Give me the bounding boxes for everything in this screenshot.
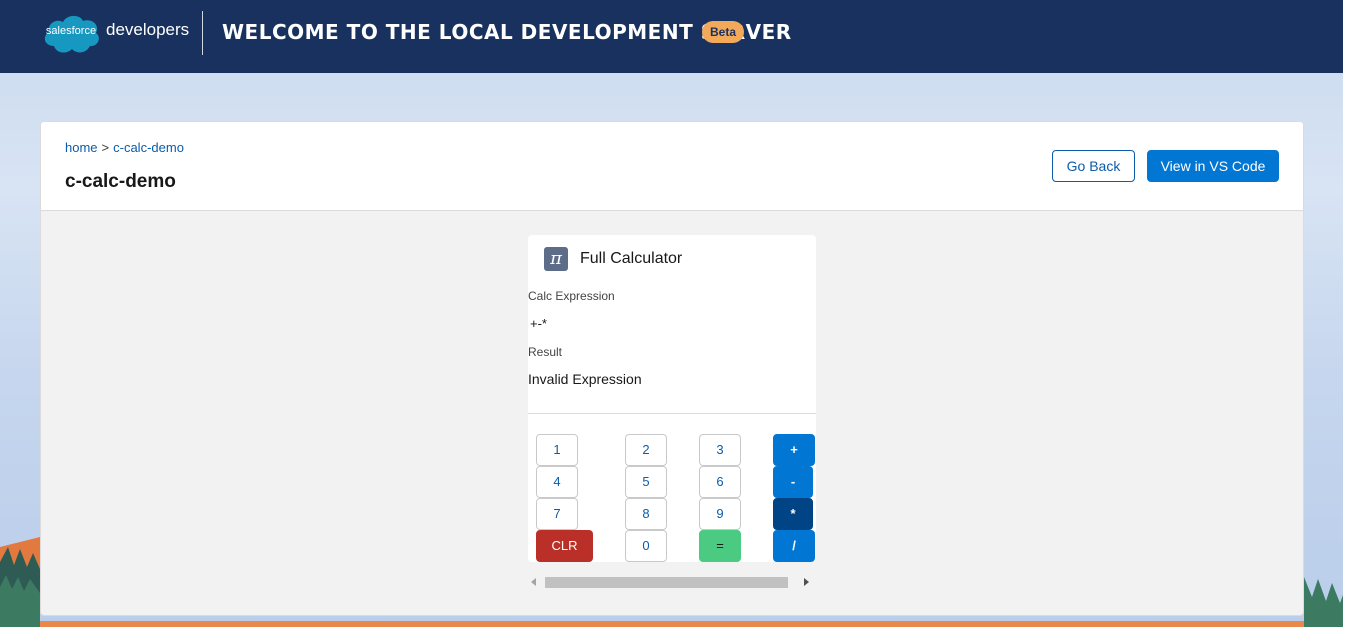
scroll-right-icon[interactable] [804, 578, 809, 586]
breadcrumb-separator: > [101, 140, 110, 155]
breadcrumb: home > c-calc-demo [65, 140, 184, 155]
key-equals[interactable]: = [699, 530, 741, 562]
key-minus[interactable]: - [773, 466, 813, 498]
scrollbar-thumb[interactable] [545, 577, 788, 588]
key-8[interactable]: 8 [625, 498, 667, 530]
full-calculator-card: π Full Calculator Calc Expression +-* Re… [528, 235, 816, 562]
breadcrumb-home-link[interactable]: home [65, 140, 98, 155]
card-header: home > c-calc-demo c-calc-demo Go Back Vie… [41, 122, 1303, 211]
top-header: salesforce developers WELCOME TO THE LOC… [0, 0, 1343, 73]
key-7[interactable]: 7 [536, 498, 578, 530]
page-title: c-calc-demo [65, 171, 176, 192]
key-6[interactable]: 6 [699, 466, 741, 498]
horizontal-scrollbar[interactable] [528, 572, 816, 592]
calc-expression-label: Calc Expression [528, 289, 615, 303]
salesforce-developers-logo[interactable]: salesforce developers [40, 12, 189, 54]
go-back-button[interactable]: Go Back [1052, 150, 1135, 182]
key-5[interactable]: 5 [625, 466, 667, 498]
beta-badge: Beta [702, 21, 745, 43]
clear-button[interactable]: CLR [536, 530, 593, 562]
calc-expression-value: +-* [530, 316, 547, 331]
key-1[interactable]: 1 [536, 434, 578, 466]
result-label: Result [528, 345, 563, 359]
scroll-left-icon[interactable] [531, 578, 536, 586]
calculator-divider [528, 413, 816, 414]
key-9[interactable]: 9 [699, 498, 741, 530]
result-value: Invalid Expression [528, 371, 642, 387]
logo-cloud-label: salesforce [45, 25, 97, 37]
calculator-title: Full Calculator [580, 250, 683, 267]
key-multiply[interactable]: * [773, 498, 813, 530]
salesforce-cloud-icon: salesforce [40, 12, 102, 54]
key-4[interactable]: 4 [536, 466, 578, 498]
component-preview-card: home > c-calc-demo c-calc-demo Go Back Vie… [40, 121, 1304, 616]
key-2[interactable]: 2 [625, 434, 667, 466]
view-in-vs-code-button[interactable]: View in VS Code [1147, 150, 1279, 182]
logo-developers-label: developers [106, 20, 190, 39]
header-divider [202, 11, 203, 55]
key-plus[interactable]: + [773, 434, 815, 466]
key-0[interactable]: 0 [625, 530, 667, 562]
pi-icon: π [544, 247, 568, 271]
breadcrumb-current-link[interactable]: c-calc-demo [113, 140, 184, 155]
calculator-header: π Full Calculator [544, 247, 682, 271]
key-3[interactable]: 3 [699, 434, 741, 466]
key-divide[interactable]: / [773, 530, 815, 562]
